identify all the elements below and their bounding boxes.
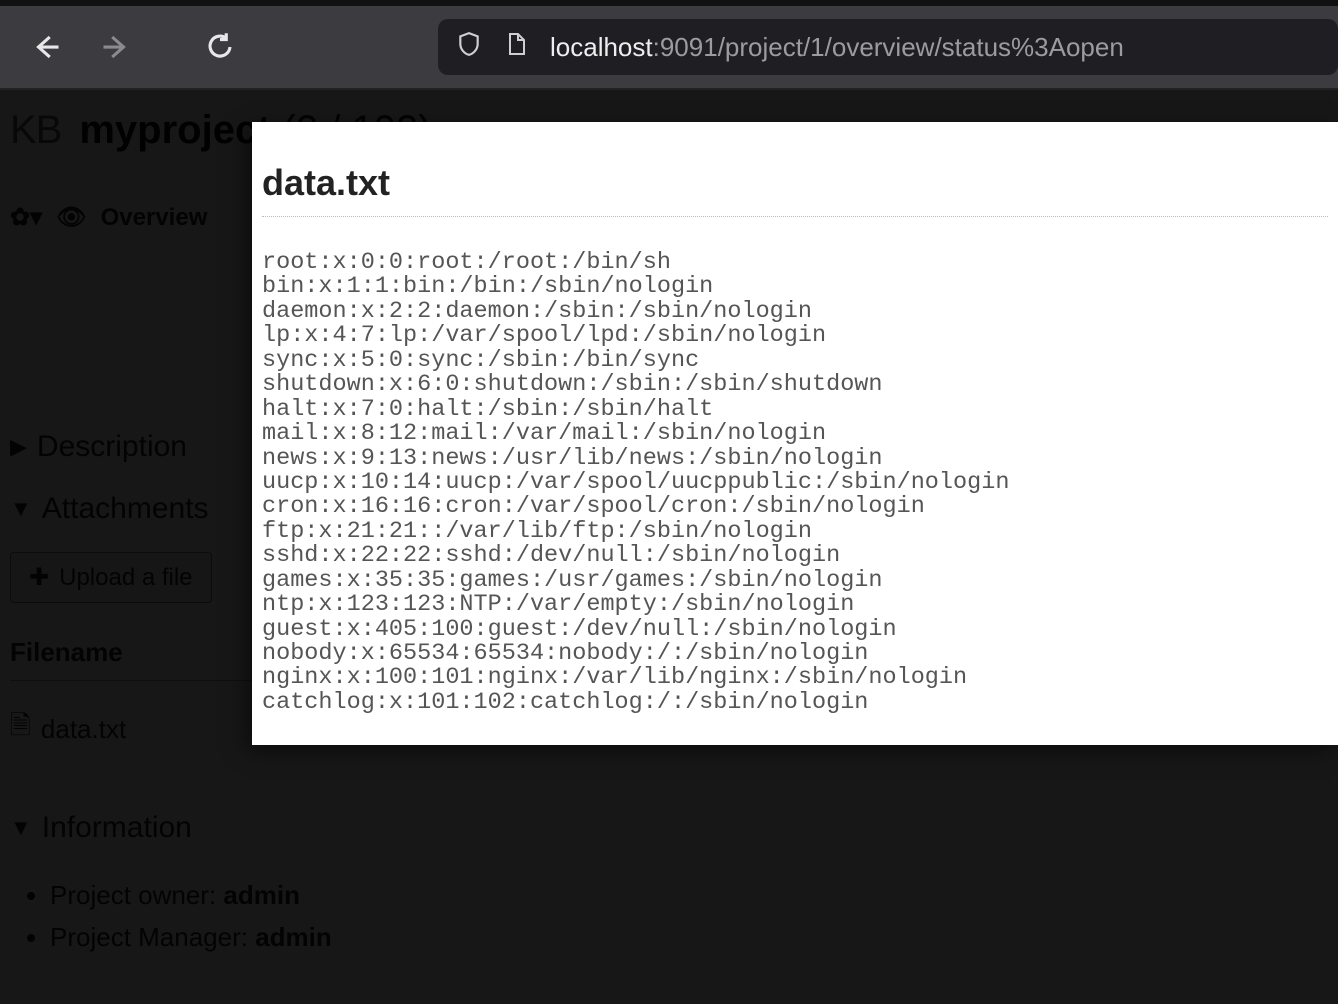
url-bar[interactable]: localhost:9091/project/1/overview/status… bbox=[438, 19, 1338, 75]
browser-toolbar: localhost:9091/project/1/overview/status… bbox=[0, 0, 1338, 90]
page-icon bbox=[504, 30, 528, 65]
back-button[interactable] bbox=[28, 29, 64, 65]
reload-button[interactable] bbox=[202, 29, 238, 65]
forward-button[interactable] bbox=[98, 29, 134, 65]
modal-title: data.txt bbox=[262, 162, 1328, 217]
url-path: :9091/project/1/overview/status%3Aopen bbox=[653, 32, 1124, 62]
file-preview-modal: data.txt root:x:0:0:root:/root:/bin/sh b… bbox=[252, 122, 1338, 745]
url-text: localhost:9091/project/1/overview/status… bbox=[550, 32, 1124, 63]
file-content: root:x:0:0:root:/root:/bin/sh bin:x:1:1:… bbox=[262, 251, 1328, 715]
url-host: localhost bbox=[550, 32, 653, 62]
shield-icon bbox=[456, 30, 482, 65]
